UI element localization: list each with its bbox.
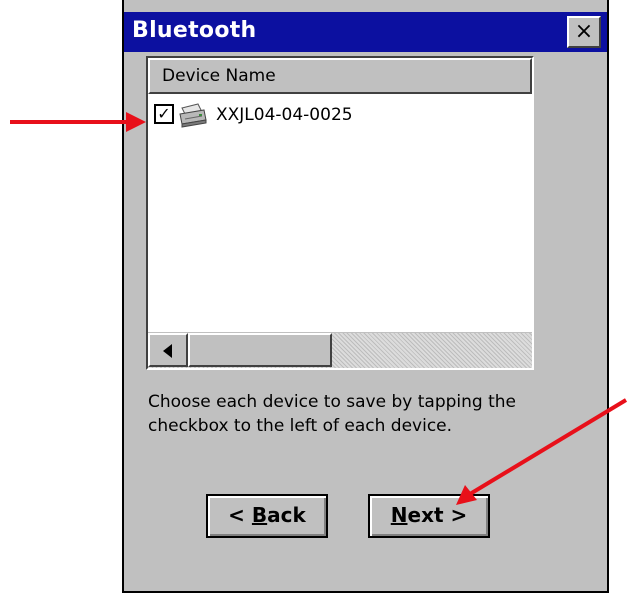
next-button[interactable]: Next > [368, 494, 490, 538]
device-list: Device Name ✓ XXJL04-04-0025 [146, 56, 534, 370]
back-button[interactable]: < Back [206, 494, 328, 538]
scroll-left-button[interactable] [148, 333, 188, 367]
scroll-thumb[interactable] [188, 333, 332, 367]
column-header-label: Device Name [162, 66, 276, 86]
printer-icon [179, 103, 207, 128]
device-name: XXJL04-04-0025 [216, 105, 353, 125]
window-title: Bluetooth [132, 18, 257, 43]
bluetooth-dialog: Bluetooth × Device Name ✓ XXJL04-04-0025… [122, 0, 609, 593]
title-bar: Bluetooth × [124, 12, 607, 52]
device-checkbox[interactable]: ✓ [154, 104, 174, 124]
list-item[interactable]: ✓ XXJL04-04-0025 [154, 102, 514, 128]
horizontal-scrollbar[interactable] [148, 332, 532, 368]
instructions-text: Choose each device to save by tapping th… [148, 392, 516, 436]
column-header-device-name[interactable]: Device Name [148, 58, 532, 94]
close-button[interactable]: × [567, 16, 601, 48]
